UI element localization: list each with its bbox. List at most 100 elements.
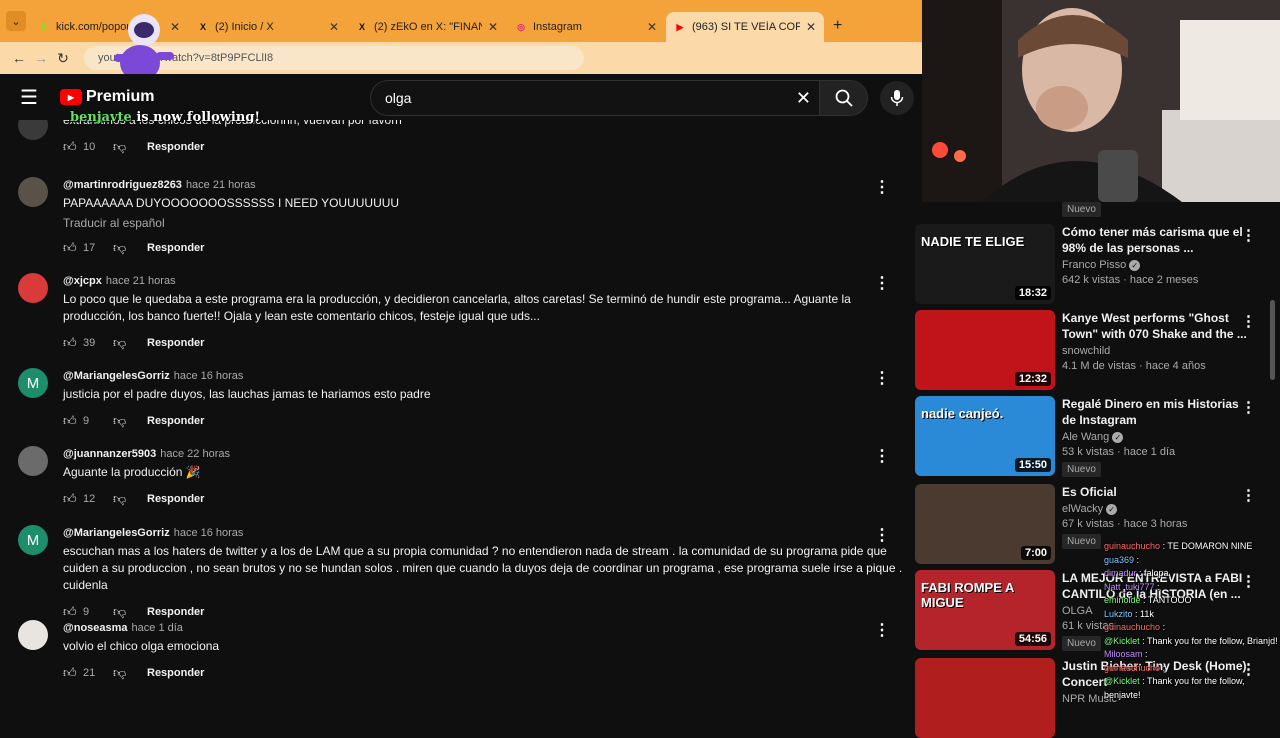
- more-options-icon[interactable]: ⋮: [1241, 226, 1256, 244]
- sidebar-scrollbar[interactable]: [1270, 300, 1275, 380]
- comment-time[interactable]: hace 22 horas: [160, 448, 230, 460]
- video-title[interactable]: Cómo tener más carisma que el 98% de las…: [1062, 224, 1247, 256]
- clear-search-icon[interactable]: ✕: [796, 88, 811, 109]
- like-icon[interactable]: 👍︎: [63, 139, 81, 155]
- video-thumbnail[interactable]: nadie canjeó. 15:50: [915, 396, 1055, 476]
- menu-icon[interactable]: ☰: [20, 85, 40, 110]
- video-thumbnail[interactable]: [915, 658, 1055, 738]
- back-icon[interactable]: ←: [8, 50, 30, 66]
- close-tab-icon[interactable]: ✕: [647, 20, 657, 34]
- chat-user: eminoide: [1104, 595, 1141, 605]
- dislike-icon[interactable]: 👎︎: [113, 335, 147, 351]
- close-tab-icon[interactable]: ✕: [488, 20, 498, 34]
- video-thumbnail[interactable]: NADIE TE ELIGE 18:32: [915, 224, 1055, 304]
- channel-name[interactable]: snowchild: [1062, 345, 1110, 357]
- more-options-icon[interactable]: ⋮: [874, 446, 890, 466]
- search-input[interactable]: olga ✕: [370, 80, 820, 116]
- recommended-video[interactable]: 12:32 Kanye West performs "Ghost Town" wi…: [915, 310, 1280, 390]
- chat-message: gua369 :: [1104, 554, 1280, 568]
- avatar[interactable]: [18, 177, 48, 207]
- reload-icon[interactable]: ↻: [52, 50, 74, 67]
- comment-time[interactable]: hace 1 día: [132, 622, 183, 634]
- channel-name[interactable]: elWacky: [1062, 503, 1103, 515]
- video-thumbnail[interactable]: FABI ROMPE A MIGUE 54:56: [915, 570, 1055, 650]
- browser-tab[interactable]: ▶ (963) SI TE VEÍA COPIANDO TE ✕: [666, 12, 824, 42]
- more-options-icon[interactable]: ⋮: [874, 620, 890, 640]
- video-title[interactable]: Kanye West performs "Ghost Town" with 07…: [1062, 310, 1247, 342]
- dislike-icon[interactable]: 👎︎: [113, 240, 147, 256]
- video-duration: 18:32: [1014, 286, 1051, 300]
- like-icon[interactable]: 👍︎: [63, 240, 81, 256]
- comment: @juannanzer5903 hace 22 horas Aguante la p…: [18, 446, 908, 507]
- channel-name[interactable]: Franco Pisso: [1062, 259, 1126, 271]
- browser-tab[interactable]: ◎ Instagram ✕: [507, 12, 665, 42]
- close-tab-icon[interactable]: ✕: [329, 20, 339, 34]
- video-thumbnail[interactable]: 12:32: [915, 310, 1055, 390]
- dislike-icon[interactable]: 👎︎: [113, 604, 147, 620]
- video-thumbnail[interactable]: 7:00: [915, 484, 1055, 564]
- avatar[interactable]: [18, 620, 48, 650]
- comment: @xjcpx hace 21 horas Lo poco que le quedab…: [18, 273, 908, 351]
- forward-icon[interactable]: →: [30, 50, 52, 66]
- tab-list-button[interactable]: ⌄: [6, 11, 26, 31]
- comment-header: @MariangelesGorriz hace 16 horas: [63, 368, 908, 384]
- dislike-icon[interactable]: 👎︎: [113, 665, 147, 681]
- video-title[interactable]: Es Oficial: [1062, 484, 1247, 500]
- browser-tab[interactable]: X (2) zEkO en X: "FINANCIAMOS ✕: [348, 12, 506, 42]
- comment-time[interactable]: hace 21 horas: [186, 179, 256, 191]
- dislike-icon[interactable]: 👎︎: [113, 413, 147, 429]
- dislike-icon[interactable]: 👎︎: [113, 491, 147, 507]
- tab-title: (2) Inicio / X: [215, 21, 274, 33]
- more-options-icon[interactable]: ⋮: [874, 273, 890, 293]
- search-icon: [835, 89, 853, 107]
- comment-time[interactable]: hace 21 horas: [106, 275, 176, 287]
- more-options-icon[interactable]: ⋮: [1241, 312, 1256, 330]
- like-icon[interactable]: 👍︎: [63, 604, 81, 620]
- like-icon[interactable]: 👍︎: [63, 491, 81, 507]
- video-info: Regalé Dinero en mis Historias de Instag…: [1062, 396, 1247, 477]
- browser-tab[interactable]: X (2) Inicio / X ✕: [189, 12, 347, 42]
- reply-button[interactable]: Responder: [147, 415, 204, 427]
- channel-name[interactable]: OLGA: [1062, 605, 1093, 617]
- reply-button[interactable]: Responder: [147, 667, 204, 679]
- new-tab-button[interactable]: +: [833, 17, 842, 35]
- translate-link[interactable]: Traducir al español: [63, 216, 908, 230]
- avatar[interactable]: [18, 120, 48, 140]
- reply-button[interactable]: Responder: [147, 337, 204, 349]
- recommended-video[interactable]: NADIE TE ELIGE 18:32 Cómo tener más carism…: [915, 224, 1280, 304]
- comment-author[interactable]: @xjcpx: [63, 275, 102, 287]
- dislike-icon[interactable]: 👎︎: [113, 139, 147, 155]
- reply-button[interactable]: Responder: [147, 242, 204, 254]
- voice-search-button[interactable]: [880, 81, 914, 115]
- comment-author[interactable]: @MariangelesGorriz: [63, 370, 170, 382]
- like-icon[interactable]: 👍︎: [63, 335, 81, 351]
- more-options-icon[interactable]: ⋮: [874, 177, 890, 197]
- like-icon[interactable]: 👍︎: [63, 665, 81, 681]
- more-options-icon[interactable]: ⋮: [1241, 486, 1256, 504]
- reply-button[interactable]: Responder: [147, 493, 204, 505]
- comment-time[interactable]: hace 16 horas: [174, 527, 244, 539]
- more-options-icon[interactable]: ⋮: [1241, 398, 1256, 416]
- youtube-logo[interactable]: ▶ Premium: [60, 88, 154, 106]
- like-icon[interactable]: 👍︎: [63, 413, 81, 429]
- reply-button[interactable]: Responder: [147, 606, 204, 618]
- comment-time[interactable]: hace 16 horas: [174, 370, 244, 382]
- channel-name[interactable]: Ale Wang: [1062, 431, 1109, 443]
- avatar[interactable]: [18, 446, 48, 476]
- comment-author[interactable]: @noseasma: [63, 622, 128, 634]
- more-options-icon[interactable]: ⋮: [874, 368, 890, 388]
- chat-message: @Kicklet : Thank you for the follow, ben…: [1104, 675, 1280, 702]
- avatar[interactable]: [18, 273, 48, 303]
- recommended-video[interactable]: nadie canjeó. 15:50 Regalé Dinero en mis H…: [915, 396, 1280, 477]
- avatar[interactable]: M: [18, 525, 48, 555]
- comment-author[interactable]: @juannanzer5903: [63, 448, 156, 460]
- comment-text: justicia por el padre duyos, las lauchas…: [63, 387, 431, 401]
- comment-author[interactable]: @martinrodriguez8263: [63, 179, 182, 191]
- close-tab-icon[interactable]: ✕: [806, 20, 816, 34]
- reply-button[interactable]: Responder: [147, 141, 204, 153]
- avatar[interactable]: M: [18, 368, 48, 398]
- video-title[interactable]: Regalé Dinero en mis Historias de Instag…: [1062, 396, 1247, 428]
- search-button[interactable]: [820, 80, 868, 116]
- comment-author[interactable]: @MariangelesGorriz: [63, 527, 170, 539]
- more-options-icon[interactable]: ⋮: [874, 525, 890, 545]
